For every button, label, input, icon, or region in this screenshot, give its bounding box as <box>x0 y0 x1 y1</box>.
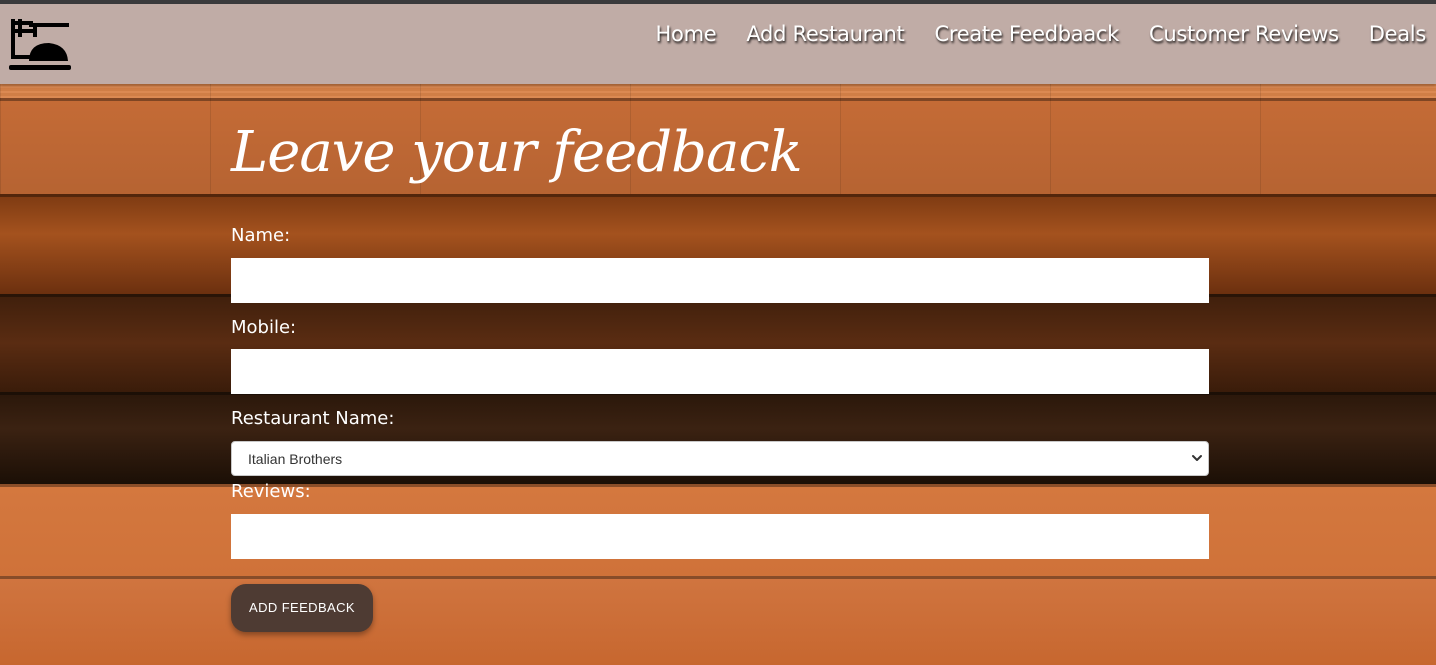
restaurant-logo-icon[interactable] <box>9 15 71 77</box>
name-label: Name: <box>231 225 291 246</box>
reviews-input[interactable] <box>231 514 1209 559</box>
nav-home[interactable]: Home <box>656 22 717 46</box>
restaurant-name-label: Restaurant Name: <box>231 408 395 429</box>
mobile-label: Mobile: <box>231 317 297 338</box>
nav-customer-reviews[interactable]: Customer Reviews <box>1149 22 1339 46</box>
page-title: Leave your feedback <box>231 120 803 185</box>
name-input[interactable] <box>231 258 1209 303</box>
mobile-input[interactable] <box>231 349 1209 394</box>
add-feedback-button[interactable]: ADD FEEDBACK <box>231 584 373 632</box>
chevron-down-icon <box>1192 455 1202 461</box>
nav-add-restaurant[interactable]: Add Restaurant <box>746 22 904 46</box>
nav-deals[interactable]: Deals <box>1369 22 1427 46</box>
restaurant-select-value: Italian Brothers <box>248 451 343 467</box>
main-nav: Home Add Restaurant Create Feedbaack Cus… <box>626 22 1427 46</box>
navbar: Home Add Restaurant Create Feedbaack Cus… <box>0 4 1436 84</box>
reviews-label: Reviews: <box>231 481 311 502</box>
nav-create-feedback[interactable]: Create Feedbaack <box>934 22 1119 46</box>
restaurant-select[interactable]: Italian Brothers <box>231 441 1209 476</box>
